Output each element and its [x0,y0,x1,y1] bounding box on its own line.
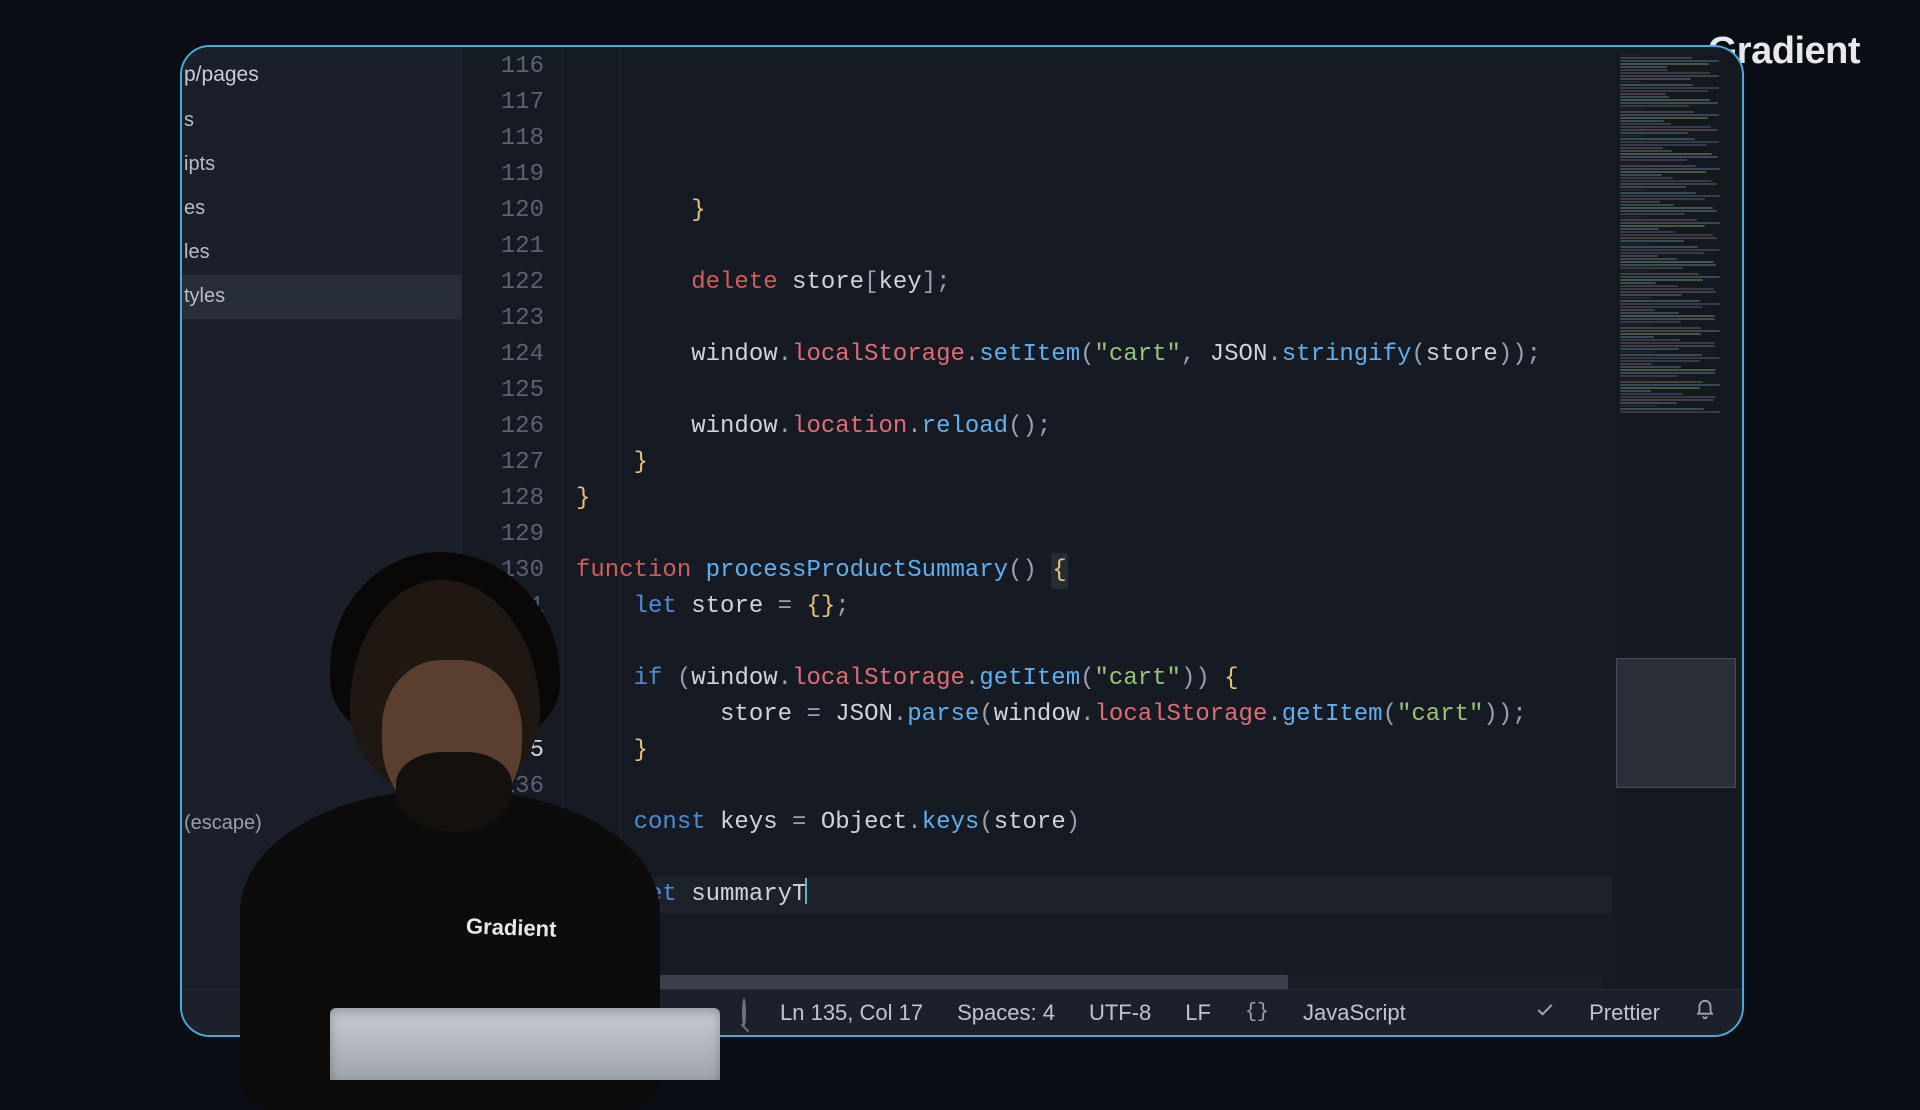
line-number: 129 [462,517,544,553]
code-line[interactable] [576,229,1612,265]
code-line[interactable]: function processProductSummary() { [576,553,1612,589]
status-indent[interactable]: Spaces: 4 [957,1000,1055,1026]
sidebar-path: p/pages [182,47,461,99]
horizontal-scrollbar[interactable] [482,975,1602,989]
sidebar-item[interactable]: es [182,187,461,231]
line-number: 116 [462,49,544,85]
sidebar-item[interactable]: s [182,99,461,143]
line-number: 134 [462,697,544,733]
code-line[interactable] [576,841,1612,877]
sidebar-item[interactable] [182,363,461,407]
sidebar-item[interactable] [182,319,461,363]
code-line[interactable] [576,373,1612,409]
sidebar-item[interactable] [182,627,461,671]
line-number-gutter: 1161171181191201211221231241251261271281… [462,47,558,989]
sidebar-item[interactable] [182,583,461,627]
sidebar-item[interactable] [182,451,461,495]
status-bar: Ln 135, Col 17 Spaces: 4 UTF-8 LF {} Jav… [182,989,1742,1035]
line-number: 126 [462,409,544,445]
minimap-viewport[interactable] [1616,658,1736,788]
code-editor[interactable]: 1161171181191201211221231241251261271281… [462,47,1612,989]
line-number: 132 [462,625,544,661]
status-ln-col[interactable]: Ln 135, Col 17 [780,1000,923,1026]
sidebar-item[interactable]: tyles [182,275,461,319]
code-line[interactable]: } [576,193,1612,229]
line-number: 119 [462,157,544,193]
code-line[interactable]: } [576,733,1612,769]
line-number: 125 [462,373,544,409]
code-line[interactable]: const keys = Object.keys(store) [576,805,1612,841]
code-line[interactable]: } [576,445,1612,481]
line-number: 131 [462,589,544,625]
line-number: 133 [462,661,544,697]
line-number: 123 [462,301,544,337]
line-number: 127 [462,445,544,481]
sidebar-item[interactable] [182,495,461,539]
matching-brace-close: } [576,913,592,949]
minimap[interactable] [1616,53,1736,983]
line-number: 121 [462,229,544,265]
code-line[interactable] [576,301,1612,337]
line-number: 135 [462,733,544,769]
line-number: 122 [462,265,544,301]
sidebar-escape-hint: (escape) [184,812,262,835]
code-line[interactable] [576,769,1612,805]
matching-brace-open: { [1051,553,1067,589]
status-language[interactable]: JavaScript [1303,1000,1406,1026]
horizontal-scrollbar-thumb[interactable] [482,975,1288,989]
sidebar-item[interactable] [182,539,461,583]
file-explorer-sidebar[interactable]: p/pages siptseslestyles (escape) [182,47,462,1035]
sidebar-item[interactable] [182,407,461,451]
zoom-icon[interactable] [742,1000,746,1026]
sidebar-item[interactable]: les [182,231,461,275]
code-line[interactable]: if (window.localStorage.getItem("cart"))… [576,661,1612,697]
code-line[interactable]: let store = {}; [576,589,1612,625]
editor-window: p/pages siptseslestyles (escape) 1161171… [180,45,1744,1037]
code-line[interactable] [576,517,1612,553]
sidebar-item[interactable]: ipts [182,143,461,187]
line-number: 120 [462,193,544,229]
code-line[interactable]: delete store[key]; [576,265,1612,301]
line-number: 117 [462,85,544,121]
check-icon [1535,1000,1555,1026]
code-content[interactable]: } delete store[key]; window.localStorage… [558,47,1612,989]
code-line[interactable] [576,625,1612,661]
line-number: 130 [462,553,544,589]
code-line[interactable]: window.location.reload(); [576,409,1612,445]
line-number: 128 [462,481,544,517]
code-line[interactable]: } [576,481,1612,517]
text-cursor [805,878,807,904]
status-eol[interactable]: LF [1185,1000,1211,1026]
code-line[interactable]: store = JSON.parse(window.localStorage.g… [576,697,1612,733]
line-number: 124 [462,337,544,373]
line-number: 137 [462,805,544,841]
line-number: 136 [462,769,544,805]
code-line[interactable]: } [576,913,1612,949]
code-line[interactable]: let summaryT [576,877,1612,913]
status-formatter[interactable]: Prettier [1589,1000,1660,1026]
braces-icon: {} [1245,1001,1269,1024]
code-line[interactable]: window.localStorage.setItem("cart", JSON… [576,337,1612,373]
line-number: 118 [462,121,544,157]
bell-icon[interactable] [1694,999,1716,1027]
status-encoding[interactable]: UTF-8 [1089,1000,1151,1026]
